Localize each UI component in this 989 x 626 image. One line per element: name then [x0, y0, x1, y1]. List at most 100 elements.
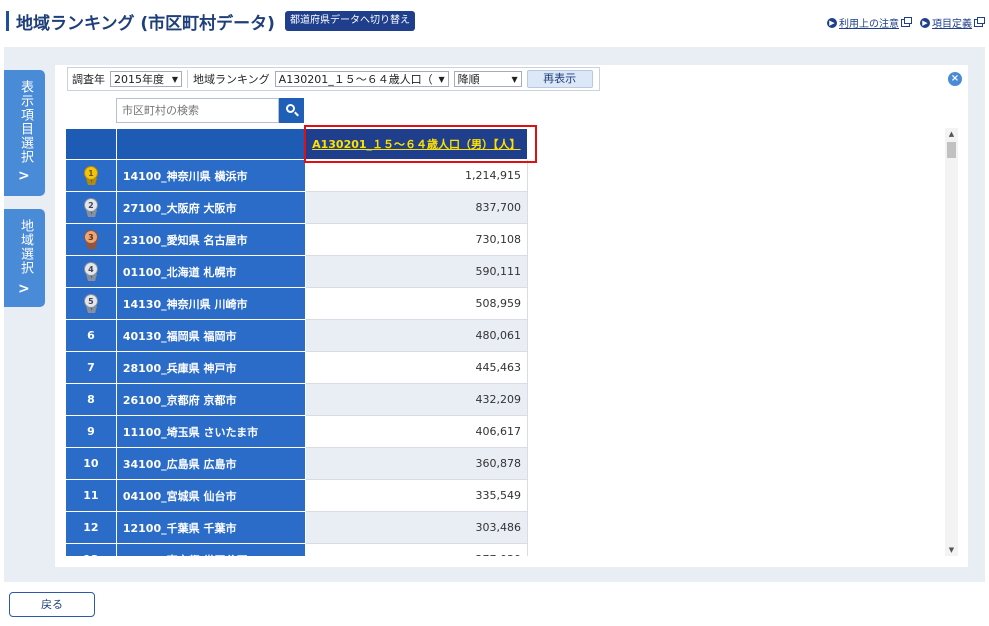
rank-cell: 3	[65, 223, 117, 256]
rank-medal-icon: 2	[83, 198, 99, 217]
table-row: 6 40130_福岡県 福岡市 480,061	[65, 319, 528, 352]
search-button[interactable]	[279, 98, 304, 123]
table-row: 1313112_東京都 世田谷区277,030	[65, 543, 528, 556]
value-cell: 277,030	[304, 543, 528, 556]
page-header: 地域ランキング (市区町村データ) 都道府県データへ切り替え ▶ 利用上の注意 …	[0, 0, 989, 40]
rank-cell: 7	[65, 351, 117, 384]
table-row: 3 23100_愛知県 名古屋市 730,108	[65, 223, 528, 256]
value-cell: 837,700	[304, 191, 528, 224]
table-row: 8 26100_京都府 京都市 432,209	[65, 383, 528, 416]
value-cell: 508,959	[304, 287, 528, 320]
title-accent-bar	[6, 11, 9, 31]
ranking-table-container: A130201_１５～６４歳人口（男）【人】 1 14100_神奈川県 横浜市 1,…	[65, 128, 528, 556]
circle-arrow-icon: ▶	[827, 17, 837, 28]
chevron-right-icon: >	[18, 281, 30, 297]
dropdown-arrow-icon: ▼	[511, 74, 518, 84]
value-cell: 480,061	[304, 319, 528, 352]
rank-medal-icon: 3	[83, 230, 99, 249]
rank-cell: 9	[65, 415, 117, 448]
region-name-cell: 11100_埼玉県 さいたま市	[115, 415, 306, 448]
region-name-cell: 27100_大阪府 大阪市	[115, 191, 306, 224]
item-definition-link[interactable]: ▶ 項目定義	[920, 15, 985, 30]
region-column-header	[115, 128, 306, 160]
rank-cell: 13	[65, 543, 117, 556]
value-cell: 445,463	[304, 351, 528, 384]
table-row: 2 27100_大阪府 大阪市 837,700	[65, 191, 528, 224]
region-name-cell: 04100_宮城県 仙台市	[115, 479, 306, 512]
rank-number: 2	[83, 198, 98, 212]
chevron-right-icon: >	[18, 168, 30, 184]
display-items-tab[interactable]: 表示項目選択 >	[4, 70, 45, 196]
region-name-cell: 23100_愛知県 名古屋市	[115, 223, 306, 256]
redisplay-button[interactable]: 再表示	[526, 70, 593, 88]
rank-medal-icon: 5	[83, 294, 99, 313]
rank-cell: 12	[65, 511, 117, 544]
region-select-tab-label: 地域選択	[18, 219, 33, 275]
region-name-cell: 40130_福岡県 福岡市	[115, 319, 306, 352]
value-column-header[interactable]: A130201_１５～６４歳人口（男）【人】	[304, 128, 528, 160]
scroll-down-arrow-icon[interactable]: ▼	[945, 544, 958, 556]
region-name-cell: 34100_広島県 広島市	[115, 447, 306, 480]
rank-cell: 4	[65, 255, 117, 288]
external-window-icon	[901, 16, 912, 27]
rank-medal-icon: 4	[83, 262, 99, 281]
table-row: 1 14100_神奈川県 横浜市 1,214,915	[65, 159, 528, 192]
rank-cell: 6	[65, 319, 117, 352]
table-header-row: A130201_１５～６４歳人口（男）【人】	[65, 128, 528, 160]
value-cell: 1,214,915	[304, 159, 528, 192]
region-name-cell: 12100_千葉県 千葉市	[115, 511, 306, 544]
table-row: 10 34100_広島県 広島市 360,878	[65, 447, 528, 480]
year-select[interactable]: 2015年度 ▼	[110, 71, 182, 87]
filter-toolbar: 調査年 2015年度 ▼ 地域ランキング A130201_１５～６４歳人口（ ▼…	[67, 67, 600, 91]
circle-arrow-icon: ▶	[920, 17, 930, 28]
region-name-cell: 28100_兵庫県 神戸市	[115, 351, 306, 384]
switch-to-prefecture-button[interactable]: 都道府県データへ切り替え	[285, 11, 415, 31]
toolbar-divider	[187, 70, 188, 88]
sort-order-select[interactable]: 降順 ▼	[453, 71, 522, 87]
close-panel-icon[interactable]: ×	[948, 72, 962, 86]
back-button[interactable]: 戻る	[9, 592, 95, 617]
rank-cell: 11	[65, 479, 117, 512]
dropdown-arrow-icon: ▼	[438, 74, 445, 84]
header-links: ▶ 利用上の注意 ▶ 項目定義	[827, 15, 985, 30]
display-items-tab-label: 表示項目選択	[18, 80, 33, 164]
scroll-up-arrow-icon[interactable]: ▲	[945, 128, 958, 140]
rank-medal-icon: 1	[83, 166, 99, 185]
table-scrollbar[interactable]: ▲ ▼	[945, 128, 958, 556]
region-name-cell: 14100_神奈川県 横浜市	[115, 159, 306, 192]
value-cell: 406,617	[304, 415, 528, 448]
rank-column-header	[65, 128, 117, 160]
scroll-thumb[interactable]	[947, 142, 956, 158]
value-cell: 303,486	[304, 511, 528, 544]
ranking-label: 地域ランキング	[193, 73, 270, 86]
value-cell: 590,111	[304, 255, 528, 288]
region-name-cell: 14130_神奈川県 川崎市	[115, 287, 306, 320]
rank-number: 5	[83, 294, 98, 308]
dropdown-arrow-icon: ▼	[171, 74, 178, 84]
usage-notes-link[interactable]: ▶ 利用上の注意	[827, 15, 912, 30]
rank-cell: 1	[65, 159, 117, 192]
usage-notes-label: 利用上の注意	[839, 19, 899, 30]
ranking-table: A130201_１５～６４歳人口（男）【人】 1 14100_神奈川県 横浜市 1,…	[65, 128, 528, 556]
value-cell: 335,549	[304, 479, 528, 512]
region-select-tab[interactable]: 地域選択 >	[4, 209, 45, 307]
rank-cell: 2	[65, 191, 117, 224]
table-row: 4 01100_北海道 札幌市 590,111	[65, 255, 528, 288]
value-cell: 360,878	[304, 447, 528, 480]
year-label: 調査年	[72, 73, 105, 86]
region-name-cell: 01100_北海道 札幌市	[115, 255, 306, 288]
rank-cell: 8	[65, 383, 117, 416]
ranking-table-body: 1 14100_神奈川県 横浜市 1,214,915 2 27100_大阪府 大阪市 83…	[65, 159, 528, 556]
rank-number: 4	[83, 262, 98, 276]
rank-cell: 5	[65, 287, 117, 320]
sort-order-value: 降順	[457, 73, 480, 86]
table-row: 7 28100_兵庫県 神戸市 445,463	[65, 351, 528, 384]
table-row: 9 11100_埼玉県 さいたま市 406,617	[65, 415, 528, 448]
year-select-value: 2015年度	[114, 73, 164, 86]
table-row: 11 04100_宮城県 仙台市 335,549	[65, 479, 528, 512]
table-row: 12 12100_千葉県 千葉市 303,486	[65, 511, 528, 544]
ranking-item-select[interactable]: A130201_１５～６４歳人口（ ▼	[274, 71, 449, 87]
municipality-search-input[interactable]	[116, 98, 279, 123]
rank-number: 1	[83, 166, 98, 180]
value-cell: 730,108	[304, 223, 528, 256]
